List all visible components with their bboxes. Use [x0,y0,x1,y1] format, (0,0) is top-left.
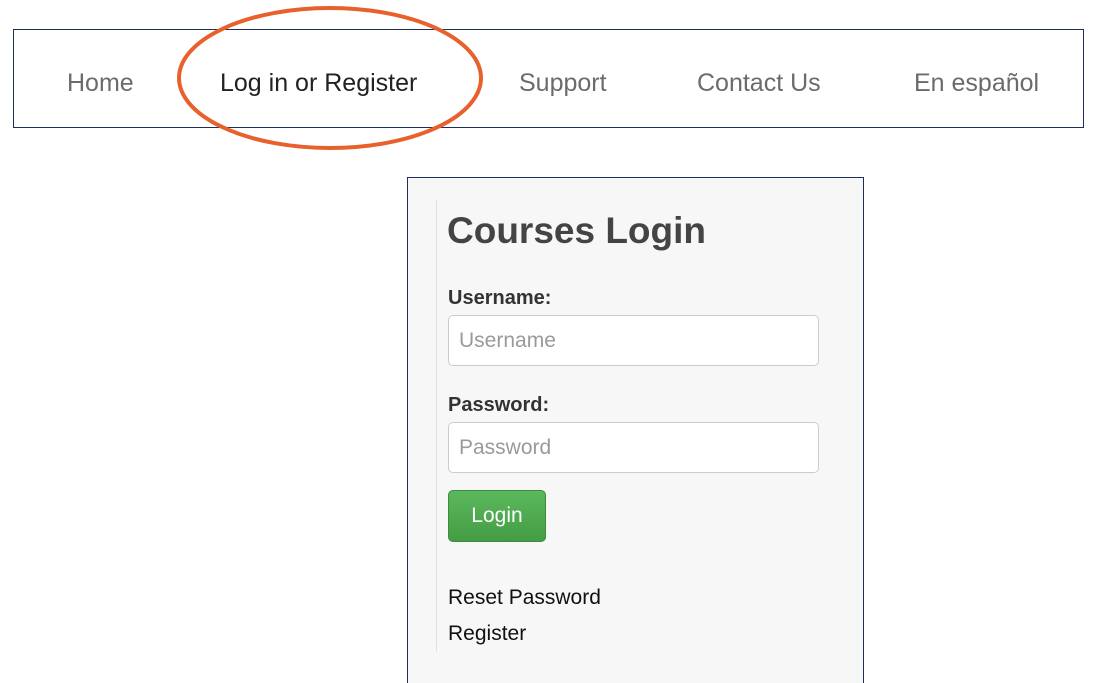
nav-item-en-espanol[interactable]: En español [914,68,1039,98]
username-input[interactable] [448,315,819,366]
nav-item-login-or-register[interactable]: Log in or Register [220,68,417,98]
password-label: Password: [448,394,550,416]
page: Home Log in or Register Support Contact … [0,0,1099,683]
nav-item-home[interactable]: Home [67,68,134,98]
username-label: Username: [448,287,552,309]
login-title: Courses Login [447,210,707,251]
register-link[interactable]: Register [448,621,526,647]
reset-password-link[interactable]: Reset Password [448,585,601,611]
login-panel: Courses Login Username: Password: Login … [407,177,864,683]
login-form: Courses Login Username: Password: Login … [436,200,857,652]
nav-item-contact-us[interactable]: Contact Us [697,68,821,98]
nav-item-support[interactable]: Support [519,68,607,98]
login-button[interactable]: Login [448,490,546,542]
top-nav-bar: Home Log in or Register Support Contact … [13,29,1084,128]
password-input[interactable] [448,422,819,473]
